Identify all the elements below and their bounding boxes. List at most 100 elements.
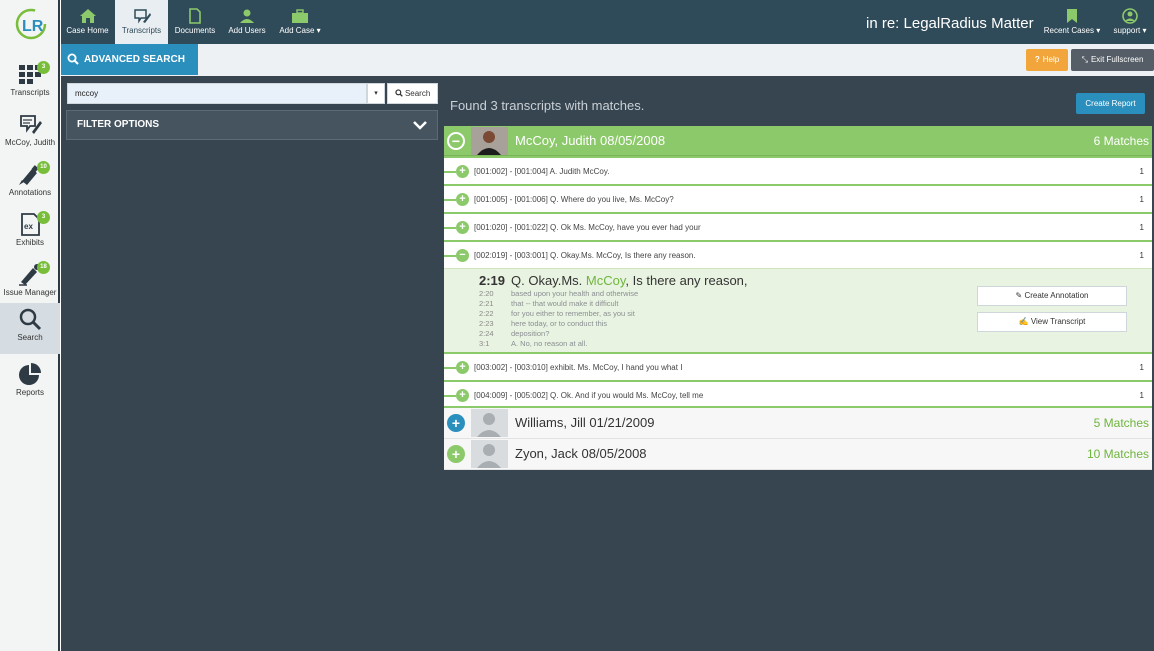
match-row-expanded[interactable]: − [002:019] - [003:001] Q. Okay.Ms. McCo…: [444, 240, 1152, 268]
transcripts-badge: 3: [37, 61, 50, 74]
sidebar-item-exhibits[interactable]: 3 ex Exhibits: [0, 208, 60, 258]
nav-recent-cases[interactable]: Recent Cases ▾: [1041, 0, 1103, 44]
advanced-search-tab[interactable]: ADVANCED SEARCH: [61, 44, 198, 75]
excerpt-line: 2:20 based upon your health and otherwise: [479, 289, 638, 298]
sidebar-item-transcripts[interactable]: 3 Transcripts: [0, 58, 60, 108]
collapse-icon[interactable]: −: [456, 249, 469, 262]
match-connector: [444, 171, 456, 173]
match-text: [002:019] - [003:001] Q. Okay.Ms. McCoy,…: [474, 251, 696, 260]
match-connector: [444, 367, 456, 369]
view-transcript-label: View Transcript: [1030, 317, 1086, 326]
person-photo-icon: [471, 127, 508, 155]
sidebar-item-reports[interactable]: Reports: [0, 358, 60, 408]
excerpt-line: 2:22 for you either to remember, as you s…: [479, 309, 635, 318]
excerpt-suffix: , Is there any reason,: [625, 273, 748, 288]
excerpt-line: 2:24 deposition?: [479, 329, 549, 338]
excerpt-line: 3:1 A. No, no reason at all.: [479, 339, 587, 348]
compress-icon: ⤡: [1081, 55, 1088, 64]
sidebar-label-annotations: Annotations: [8, 188, 52, 197]
document-icon: [189, 8, 201, 24]
nav-label-case-home: Case Home: [66, 26, 109, 35]
match-row[interactable]: + [003:002] - [003:010] exhibit. Ms. McC…: [444, 352, 1152, 380]
match-row[interactable]: + [001:020] - [001:022] Q. Ok Ms. McCoy,…: [444, 212, 1152, 240]
sidebar-label-issue-manager: Issue Manager: [3, 288, 57, 297]
transcript-pen-icon: [20, 115, 42, 134]
filter-options-toggle[interactable]: FILTER OPTIONS: [66, 110, 438, 140]
help-label: Help: [1042, 55, 1060, 64]
match-row[interactable]: + [001:005] - [001:006] Q. Where do you …: [444, 184, 1152, 212]
exit-fullscreen-button[interactable]: ⤡ Exit Fullscreen: [1071, 49, 1154, 71]
nav-label-add-case: Add Case ▾: [279, 26, 321, 35]
excerpt-line-text: based upon your health and otherwise: [511, 289, 639, 298]
exit-fullscreen-label: Exit Fullscreen: [1090, 55, 1144, 64]
match-connector: [444, 227, 456, 229]
nav-transcripts[interactable]: Transcripts: [115, 0, 168, 44]
create-report-button[interactable]: Create Report: [1076, 93, 1145, 114]
results-list: − McCoy, Judith 08/05/2008 6 Matches + […: [444, 126, 1152, 470]
view-transcript-button[interactable]: ✍ View Transcript: [977, 312, 1127, 332]
nav-label-documents: Documents: [174, 26, 216, 35]
transcript-group-name: Zyon, Jack 08/05/2008: [515, 446, 647, 461]
excerpt-line-no: 2:22: [479, 309, 494, 318]
sidebar-label-search: Search: [17, 333, 43, 342]
excerpt-line-no: 2:23: [479, 319, 494, 328]
expand-icon[interactable]: +: [447, 445, 465, 463]
expand-icon[interactable]: +: [456, 193, 469, 206]
expand-icon[interactable]: +: [447, 414, 465, 432]
transcript-group-header[interactable]: + Zyon, Jack 08/05/2008 10 Matches: [444, 439, 1152, 470]
excerpt-line-text: A. No, no reason at all.: [511, 339, 588, 348]
excerpt-line-number: 2:19: [479, 273, 506, 288]
excerpt-line-text: here today, or to conduct this: [511, 319, 608, 328]
nav-documents[interactable]: Documents: [169, 0, 221, 44]
nav-label-user: support ▾: [1113, 26, 1147, 35]
match-count: 1: [1139, 195, 1144, 204]
search-dropdown-button[interactable]: ▾: [367, 83, 385, 104]
match-row[interactable]: + [004:009] - [005:002] Q. Ok. And if yo…: [444, 380, 1152, 408]
help-button[interactable]: ? Help: [1026, 49, 1068, 71]
nav-label-add-users: Add Users: [228, 26, 266, 35]
excerpt-line-no: 2:20: [479, 289, 494, 298]
create-annotation-label: Create Annotation: [1024, 291, 1089, 300]
match-row[interactable]: + [001:002] - [001:004] A. Judith McCoy.…: [444, 156, 1152, 184]
sidebar-item-search[interactable]: Search: [0, 303, 60, 354]
nav-case-home[interactable]: Case Home: [61, 0, 114, 44]
expand-icon[interactable]: +: [456, 389, 469, 402]
search-icon: [395, 89, 403, 97]
sidebar-item-issue-manager[interactable]: 18 Issue Manager: [0, 258, 60, 308]
search-input[interactable]: [67, 83, 367, 104]
transcript-group-header[interactable]: − McCoy, Judith 08/05/2008 6 Matches: [444, 126, 1152, 156]
annotations-badge: 10: [37, 161, 50, 174]
sidebar-item-annotations[interactable]: 10 Annotations: [0, 158, 60, 208]
create-annotation-button[interactable]: ✎ Create Annotation: [977, 286, 1127, 306]
svg-text:ex: ex: [24, 222, 33, 231]
advanced-search-label: ADVANCED SEARCH: [84, 54, 185, 65]
nav-add-case[interactable]: Add Case ▾: [275, 0, 325, 44]
transcript-group-name: McCoy, Judith 08/05/2008: [515, 133, 666, 148]
briefcase-icon: [292, 9, 308, 23]
witness-photo: [471, 127, 508, 155]
nav-user-menu[interactable]: support ▾: [1109, 0, 1151, 44]
match-count: 1: [1139, 223, 1144, 232]
nav-add-users[interactable]: Add Users: [223, 0, 271, 44]
excerpt-highlight: McCoy: [585, 273, 626, 288]
excerpt-line-no: 3:1: [479, 339, 490, 348]
witness-photo: [471, 440, 508, 468]
sidebar-label-exhibits: Exhibits: [15, 238, 44, 247]
help-question-icon: ?: [1034, 55, 1040, 64]
nav-label-recent-cases: Recent Cases ▾: [1043, 26, 1101, 35]
issue-manager-badge: 18: [37, 261, 50, 274]
collapse-icon[interactable]: −: [447, 132, 465, 150]
expand-icon[interactable]: +: [456, 165, 469, 178]
match-connector: [444, 199, 456, 201]
sidebar-label-reports: Reports: [15, 388, 44, 397]
transcript-icon: [133, 9, 151, 24]
match-text: [001:002] - [001:004] A. Judith McCoy.: [474, 167, 610, 176]
transcript-group-header[interactable]: + Williams, Jill 01/21/2009 5 Matches: [444, 408, 1152, 439]
match-count: 1: [1139, 167, 1144, 176]
match-connector: [444, 395, 456, 397]
expand-icon[interactable]: +: [456, 221, 469, 234]
search-button[interactable]: Search: [387, 83, 438, 104]
sidebar-item-mccoy-judith[interactable]: McCoy, Judith: [0, 108, 60, 158]
expand-icon[interactable]: +: [456, 361, 469, 374]
match-text: [004:009] - [005:002] Q. Ok. And if you …: [474, 391, 704, 400]
